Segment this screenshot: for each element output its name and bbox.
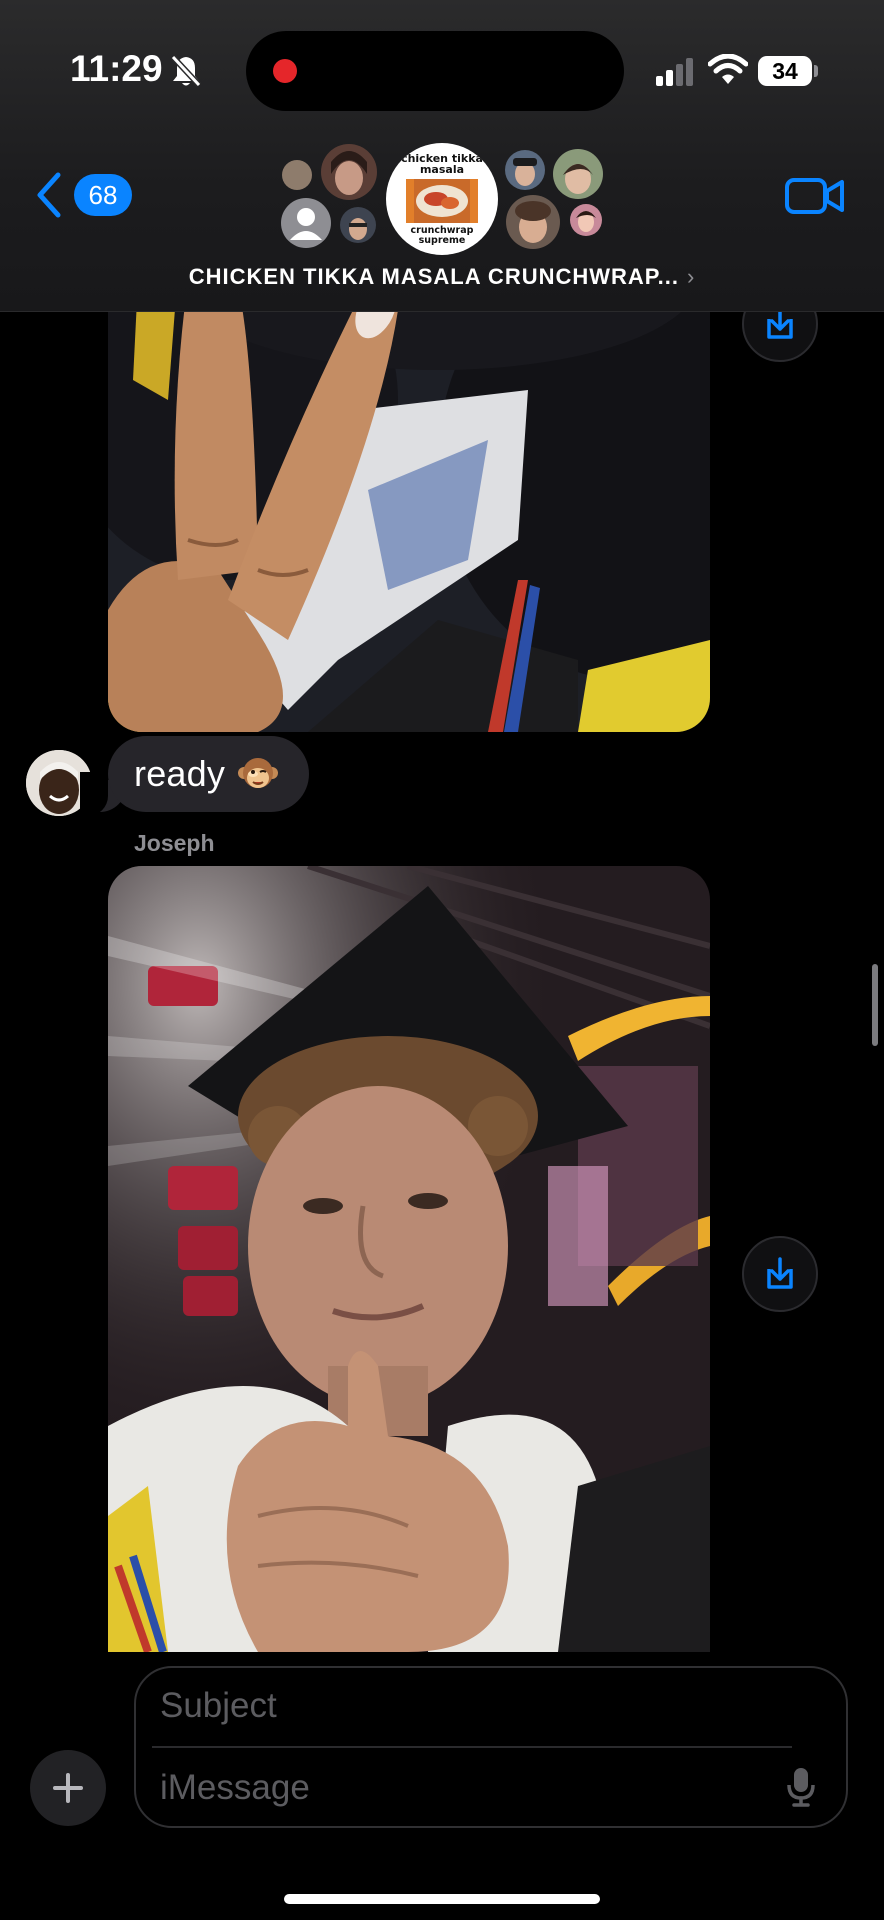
group-name: CHICKEN TIKKA MASALA CRUNCHWRAP... [188,264,679,289]
compose-divider [152,1746,792,1748]
wifi-icon [708,54,748,84]
conversation-header: 11:29 34 68 chicken tikka masala crunchw… [0,0,884,312]
photo-message-peace-sign[interactable] [108,240,710,732]
photo-message-graduate[interactable] [108,866,710,1652]
home-indicator[interactable] [284,1894,600,1904]
save-download-icon [767,1257,793,1289]
plus-icon [53,1773,83,1803]
participant-avatar [553,149,603,199]
chevron-right-icon: › [686,264,696,289]
recording-indicator [273,59,297,83]
signal-icon [656,58,693,86]
participant-avatar [506,195,560,249]
food-image [406,179,478,223]
participant-avatar [282,160,312,190]
back-button[interactable]: 68 [36,170,132,220]
group-photo[interactable]: chicken tikka masala crunchwrap supreme [386,143,498,255]
participant-avatar [281,198,331,248]
participant-avatar [570,204,602,236]
message-input[interactable]: iMessage [160,1768,310,1808]
microphone-icon[interactable] [786,1766,816,1808]
scroll-indicator[interactable] [872,964,878,1046]
sender-name: Joseph [134,830,215,856]
dynamic-island[interactable] [246,31,624,111]
video-camera-icon[interactable] [784,176,846,216]
monkey-emoji-icon [238,758,279,788]
participant-avatar [340,207,376,243]
message-bubble[interactable]: ready [108,736,310,812]
bell-slash-icon [170,54,202,88]
status-time: 11:29 [70,48,163,89]
participant-avatar [505,150,545,190]
save-photo-button[interactable] [742,1236,818,1312]
participant-avatar [321,144,377,200]
subject-field[interactable]: Subject [160,1686,277,1726]
back-chevron-icon [37,172,61,218]
battery-indicator: 34 [758,56,812,86]
message-text: ready [134,753,226,794]
group-name-button[interactable]: CHICKEN TIKKA MASALA CRUNCHWRAP... › [0,264,884,290]
unread-count-badge: 68 [74,174,132,216]
add-attachment-button[interactable] [30,1750,106,1826]
